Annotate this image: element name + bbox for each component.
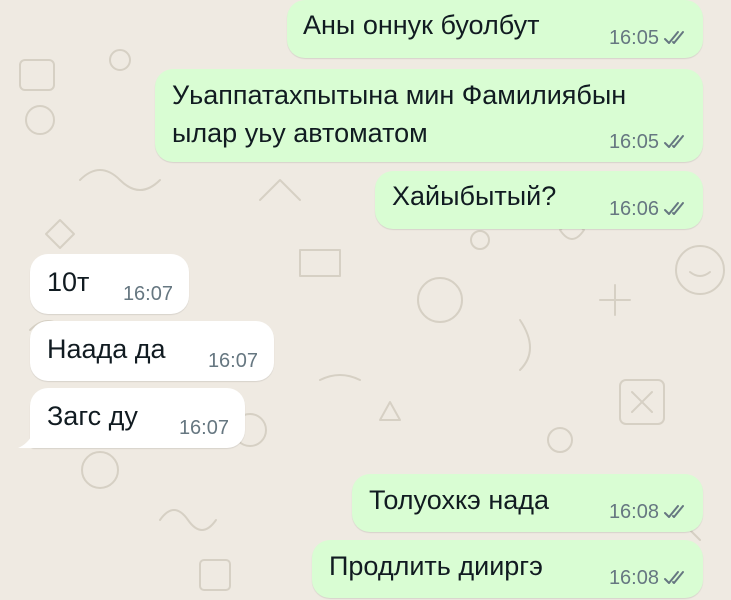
- message-text: Загс ду: [47, 401, 138, 431]
- message-bubble-outgoing[interactable]: Аны оннук буолбут 16:05: [287, 0, 703, 58]
- message-meta: 16:06: [609, 199, 689, 219]
- message-text: 10т: [47, 267, 90, 297]
- message-time: 16:07: [207, 350, 258, 372]
- message-meta: 16:05: [609, 28, 689, 48]
- double-check-icon: [663, 200, 689, 218]
- message-bubble-incoming[interactable]: 10т 16:07: [30, 254, 189, 314]
- message-time: 16:08: [608, 501, 659, 523]
- message-text: Аны оннук буолбут: [303, 10, 540, 40]
- message-bubble-incoming[interactable]: Загс ду 16:07: [30, 388, 245, 448]
- message-time: 16:07: [178, 417, 229, 439]
- message-meta: 16:07: [123, 284, 173, 304]
- message-text-line: Уьаппатахпытына мин Фамилиябын: [172, 80, 627, 110]
- message-meta: 16:08: [609, 502, 689, 522]
- message-meta: 16:07: [208, 351, 258, 371]
- message-meta: 16:05: [609, 132, 689, 152]
- message-bubble-outgoing[interactable]: Хайыбытый? 16:06: [375, 171, 703, 229]
- message-meta: 16:07: [179, 418, 229, 438]
- message-time: 16:07: [122, 283, 173, 305]
- message-bubble-outgoing[interactable]: Уьаппатахпытына мин Фамилиябын ылар уьу …: [155, 69, 703, 162]
- message-text-line: ылар уьу автоматом: [172, 118, 428, 148]
- double-check-icon: [663, 133, 689, 151]
- message-bubble-outgoing[interactable]: Продлить дииргэ 16:08: [312, 540, 703, 598]
- message-time: 16:06: [608, 198, 659, 220]
- message-time: 16:08: [608, 567, 659, 589]
- message-time: 16:05: [608, 27, 659, 49]
- message-text: Наада да: [47, 334, 166, 364]
- message-text: Продлить дииргэ: [329, 551, 543, 581]
- message-text: Толуохкэ нада: [369, 485, 550, 515]
- message-time: 16:05: [608, 131, 659, 153]
- bubble-tail: [18, 432, 34, 448]
- double-check-icon: [663, 503, 689, 521]
- message-bubble-incoming[interactable]: Наада да 16:07: [30, 321, 274, 381]
- message-text: Хайыбытый?: [392, 181, 557, 211]
- message-bubble-outgoing[interactable]: Толуохкэ нада 16:08: [352, 474, 703, 532]
- double-check-icon: [663, 29, 689, 47]
- message-meta: 16:08: [609, 568, 689, 588]
- double-check-icon: [663, 569, 689, 587]
